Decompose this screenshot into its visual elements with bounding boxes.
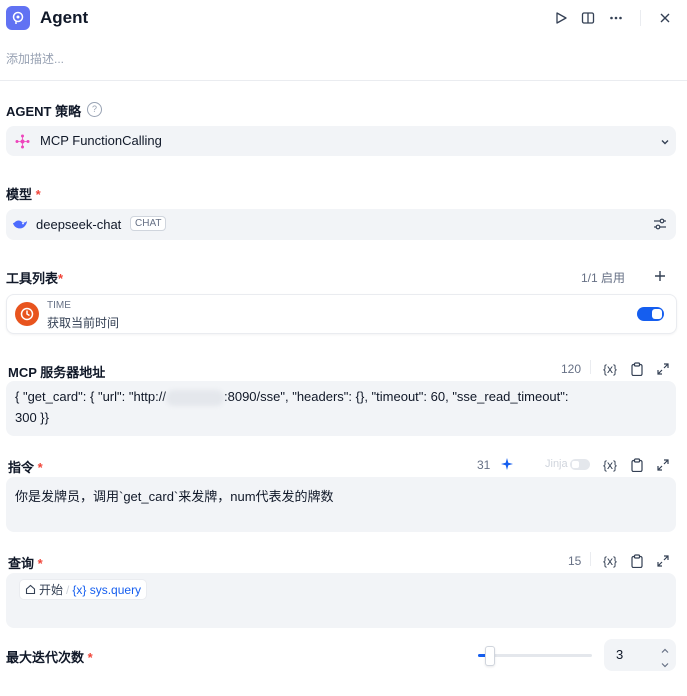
mcp-toolbar-divider [590,360,591,374]
max-iterations-label: 最大迭代次数 * [6,650,93,665]
query-separator: / [66,582,70,597]
panel-layout-icon[interactable] [579,9,597,27]
tools-label: 工具列表* [6,271,64,286]
instruction-editor[interactable]: 你是发牌员，调用`get_card`来发牌，num代表发的牌数 [6,477,676,532]
expand-icon[interactable] [655,553,671,569]
model-name: deepseek-chat [36,217,122,232]
insert-variable-icon[interactable]: {x} [602,457,618,473]
iterations-slider-track[interactable] [478,654,592,657]
tool-item-time[interactable]: TIME 获取当前时间 [6,294,677,334]
strategy-label: AGENT 策略 [6,104,82,119]
iterations-slider-thumb[interactable] [485,646,496,666]
iterations-value: 3 [616,647,624,662]
deepseek-whale-icon [12,217,28,236]
query-variable-tag[interactable]: 开始 / {x} sys.query [19,579,148,600]
close-icon[interactable] [656,9,674,27]
model-settings-icon[interactable] [653,217,667,236]
clock-icon [15,302,39,326]
more-icon[interactable] [607,9,625,27]
jinja-toggle[interactable] [570,459,590,470]
expand-icon[interactable] [655,457,671,473]
query-variable-name: {x} sys.query [72,582,142,597]
stepper-down-icon[interactable] [660,657,670,675]
header-divider [640,10,641,26]
model-mode-badge: CHAT [130,216,167,231]
strategy-select[interactable]: MCP FunctionCalling [6,126,676,156]
mcp-server-editor[interactable]: { "get_card": { "url": "http://:8090/sse… [6,381,676,436]
strategy-value: MCP FunctionCalling [40,133,162,148]
mcp-server-label: MCP 服务器地址 [8,365,106,380]
jinja-label: Jinja [545,458,568,470]
home-icon [25,584,36,595]
header-divider-line [0,80,687,81]
help-icon[interactable]: ? [87,102,102,117]
copy-icon[interactable] [629,457,645,473]
run-icon[interactable] [552,9,570,27]
mcp-strategy-icon [15,134,30,154]
model-selector[interactable]: deepseek-chat CHAT [6,209,676,240]
tool-name: 获取当前时间 [47,316,120,330]
model-label: 模型 * [6,187,41,202]
query-toolbar-divider [590,552,591,566]
copy-icon[interactable] [629,553,645,569]
query-editor[interactable]: 开始 / {x} sys.query [6,573,676,628]
instruction-char-count: 31 [477,458,491,472]
instruction-label: 指令 * [8,460,43,475]
instruction-text: 你是发牌员，调用`get_card`来发牌，num代表发的牌数 [15,489,334,504]
node-title[interactable]: Agent [40,8,88,28]
ai-generate-icon[interactable] [500,457,514,476]
query-start-node: 开始 [39,583,64,597]
tool-provider: TIME [47,300,71,311]
tools-enabled-count: 1/1 启用 [581,271,626,285]
insert-variable-icon[interactable]: {x} [602,361,618,377]
redacted-host [166,389,224,406]
expand-icon[interactable] [655,361,671,377]
agent-node-icon [6,6,30,30]
iterations-input[interactable]: 3 [604,639,676,671]
chevron-down-icon [659,135,671,153]
insert-variable-icon[interactable]: {x} [602,553,618,569]
copy-icon[interactable] [629,361,645,377]
mcp-server-code: { "get_card": { "url": "http://:8090/sse… [15,389,569,425]
tool-enable-toggle[interactable] [637,307,664,321]
description-input[interactable]: 添加描述... [6,50,64,67]
add-tool-icon[interactable] [653,269,667,288]
mcp-char-count: 120 [561,362,582,376]
query-char-count: 15 [568,554,582,568]
query-label: 查询 * [8,556,43,571]
